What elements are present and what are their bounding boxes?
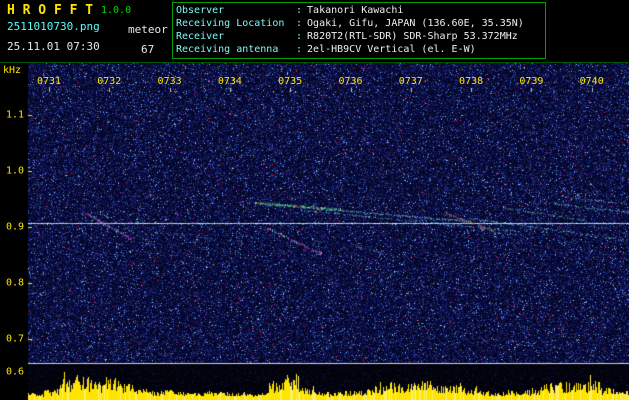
freq-tick-label: 0.9 bbox=[6, 221, 25, 233]
time-tick-label: 0740 bbox=[579, 76, 604, 87]
time-tick-label: 0736 bbox=[338, 76, 363, 87]
freq-tick-label: 1.0 bbox=[6, 165, 25, 177]
y-axis-unit-label: kHz bbox=[3, 65, 22, 76]
time-tick-label: 0734 bbox=[217, 76, 242, 87]
app-title: H R O F F T bbox=[7, 3, 94, 18]
info-row-antenna: Receiving antenna : 2el-HB9CV Vertical (… bbox=[176, 44, 542, 56]
freq-tick-label: 0.8 bbox=[6, 277, 25, 289]
time-tick-label: 0738 bbox=[459, 76, 484, 87]
info-row-observer: Observer : Takanori Kawachi bbox=[176, 5, 542, 17]
info-value: Takanori Kawachi bbox=[307, 5, 404, 16]
hrofft-window: H R O F F T 1.0.0 2511010730.png meteor … bbox=[0, 0, 629, 400]
info-value: Ogaki, Gifu, JAPAN (136.60E, 35.35N) bbox=[307, 18, 524, 29]
datetime-label: 25.11.01 07:30 bbox=[7, 40, 100, 53]
time-tick-label: 0733 bbox=[157, 76, 182, 87]
time-tick-label: 0739 bbox=[519, 76, 544, 87]
info-row-location: Receiving Location : Ogaki, Gifu, JAPAN … bbox=[176, 18, 542, 30]
colon-separator: : bbox=[296, 44, 303, 55]
info-value: 2el-HB9CV Vertical (el. E-W) bbox=[307, 44, 476, 55]
colon-separator: : bbox=[296, 31, 303, 42]
freq-tick-label: 0.7 bbox=[6, 333, 25, 345]
echo-count: 67 bbox=[141, 43, 155, 56]
info-label: Receiving Location bbox=[176, 18, 285, 29]
time-tick-label: 0731 bbox=[36, 76, 62, 87]
header-info-box: Observer : Takanori Kawachi Receiving Lo… bbox=[172, 2, 546, 59]
app-version: 1.0.0 bbox=[101, 5, 132, 16]
time-tick-label: 0735 bbox=[278, 76, 303, 87]
colon-separator: : bbox=[296, 5, 303, 16]
spectrogram-canvas bbox=[0, 0, 629, 400]
info-label: Observer bbox=[176, 5, 225, 16]
info-row-receiver: Receiver : R820T2(RTL-SDR) SDR-Sharp 53.… bbox=[176, 31, 542, 43]
freq-tick-label: 0.6 bbox=[6, 366, 25, 378]
colon-separator: : bbox=[296, 18, 303, 29]
output-filename: 2511010730.png bbox=[7, 20, 100, 33]
info-label: Receiving antenna bbox=[176, 44, 279, 55]
info-label: Receiver bbox=[176, 31, 225, 42]
info-value: R820T2(RTL-SDR) SDR-Sharp 53.372MHz bbox=[307, 31, 518, 42]
time-tick-label: 0732 bbox=[97, 76, 122, 87]
header-divider bbox=[0, 62, 629, 63]
mode-label: meteor bbox=[128, 23, 168, 36]
time-tick-label: 0737 bbox=[398, 76, 423, 87]
freq-tick-label: 1.1 bbox=[6, 109, 25, 121]
